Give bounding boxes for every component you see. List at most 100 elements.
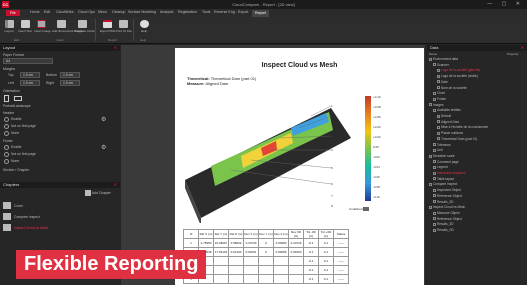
footer-not-first-radio[interactable] [4,152,9,157]
footer-none-radio[interactable] [4,159,9,164]
checkbox-icon[interactable] [437,120,440,124]
tree-item[interactable]: Results_3D [429,222,525,227]
header-not-first-radio[interactable] [4,124,9,129]
insert-text-button[interactable]: Insert Text [18,20,32,33]
menu-report[interactable]: Report [252,10,269,17]
checkbox-icon[interactable] [429,103,432,107]
tree-item[interactable]: Inspect Cloud vs Mesh [429,205,525,210]
checkbox-icon[interactable] [437,80,440,84]
checkbox-icon[interactable] [433,165,436,169]
checkbox-icon[interactable] [433,217,436,221]
tree-item[interactable]: Measure Object [429,211,525,216]
close-icon[interactable]: ✕ [114,45,117,51]
tree-item[interactable]: Tolerance [429,143,525,148]
tree-item[interactable]: Logo de la société (droite) [429,74,525,79]
checkbox-icon[interactable] [437,114,440,118]
tree-item[interactable]: Comment page [429,160,525,165]
checkbox-icon[interactable] [437,69,440,73]
menu-surface-modeling[interactable]: Surface Modeling [128,10,156,14]
portrait-icon[interactable] [4,95,9,102]
layout-button[interactable]: Layout [2,20,16,33]
tree-item[interactable]: Results_3D [429,200,525,205]
chapter-compare-inspect[interactable]: Compare Inspect [14,215,40,219]
menu-tools[interactable]: Tools [202,10,210,14]
tree-item[interactable]: Results_SD [429,228,525,233]
tree-item[interactable]: Table layout [429,177,525,182]
margin-right-field[interactable]: 1.5 cm [60,80,80,86]
tree-item[interactable]: Footer [429,97,525,102]
header-enable-radio[interactable] [4,117,9,122]
tree-item[interactable]: Theoretical Dam (part 01) [429,137,525,142]
template-library-button[interactable]: Template Library [74,20,96,33]
tree-item[interactable]: Unit [429,148,525,153]
chapter-inspect-cloud-mesh[interactable]: Inspect Cloud vs Mesh [14,226,48,230]
checkbox-icon[interactable] [433,171,436,175]
tree-item[interactable]: Inspected Object [429,188,525,193]
export-pdf-button[interactable]: Export PDF [100,20,116,33]
gear-icon[interactable]: ⚙ [101,144,106,151]
tree-item[interactable]: Environment data [429,57,525,62]
add-screenshot-button[interactable]: Add Screenshot Image [52,20,83,33]
tree-item[interactable]: Legend [429,165,525,170]
checkbox-icon[interactable] [433,143,436,147]
close-icon[interactable]: ✕ [521,45,524,51]
checkbox-icon[interactable] [433,97,436,101]
tree-item[interactable]: Scanner [429,63,525,68]
menu-analysis[interactable]: Analysis [160,10,173,14]
menu-export[interactable]: Export [238,10,248,14]
tree-item[interactable]: Reference Object [429,217,525,222]
margin-left-field[interactable]: 1.5 cm [20,80,40,86]
checkbox-icon[interactable] [433,148,436,152]
menu-cloudwrks[interactable]: CloudWrks [56,10,74,14]
checkbox-icon[interactable] [433,228,436,232]
checkbox-icon[interactable] [437,74,440,78]
checkbox-icon[interactable] [433,222,436,226]
menu-home[interactable]: Home [30,10,40,14]
close-icon[interactable]: ✕ [114,182,117,188]
landscape-icon[interactable] [14,96,22,101]
checkbox-icon[interactable] [433,108,436,112]
chapter-cover[interactable]: Cover [14,204,23,208]
checkbox-icon[interactable] [433,160,436,164]
checkbox-icon[interactable] [429,154,432,158]
window-controls[interactable]: — ▢ ✕ [487,1,524,7]
tree-item[interactable]: Aligned Dam [429,120,525,125]
tree-item[interactable]: Planar surfaces [429,131,525,136]
checkbox-icon[interactable] [433,63,436,67]
menu-mesh[interactable]: Mesh [98,10,107,14]
checkbox-icon[interactable] [437,131,440,135]
tree-item[interactable]: Mise à l'échelle de la coordonnée [429,125,525,130]
menu-file[interactable]: File [6,10,20,16]
tree-item[interactable]: Date [429,80,525,85]
paper-format-select[interactable]: A4 [3,58,53,64]
tree-item[interactable]: Nom de la société [429,86,525,91]
tree-item[interactable]: Interactive snapshot [429,171,525,176]
tree-item[interactable]: Chart [429,91,525,96]
checkbox-icon[interactable] [429,205,432,209]
add-chapter-button[interactable]: Add Chapter [85,190,115,198]
checkbox-icon[interactable] [429,183,432,187]
tree-item[interactable]: Available entities [429,108,525,113]
help-button[interactable]: Help [137,20,151,33]
checkbox-icon[interactable] [433,194,436,198]
menu-registration[interactable]: Registration [178,10,197,14]
checkbox-icon[interactable] [433,211,436,215]
checkbox-icon[interactable] [433,177,436,181]
tree-item[interactable]: Reference Object [429,194,525,199]
checkbox-icon[interactable] [433,188,436,192]
margin-bottom-field[interactable]: 1.5 cm [60,72,80,78]
tree-item[interactable]: Logo de la société (gauche) [429,68,525,73]
header-none-radio[interactable] [4,131,9,136]
footer-enable-radio[interactable] [4,145,9,150]
menu-cloud-ops[interactable]: Cloud Ops [78,10,95,14]
checkbox-icon[interactable] [437,137,440,141]
gear-icon[interactable]: ⚙ [101,116,106,123]
menu-reverse-eng[interactable]: Reverse Eng. [214,10,236,14]
checkbox-icon[interactable] [433,91,436,95]
insert-image-button[interactable]: Insert Image [34,20,51,33]
checkbox-icon[interactable] [437,86,440,90]
checkbox-icon[interactable] [429,57,432,61]
margin-top-field[interactable]: 1.5 cm [20,72,40,78]
print-to-file-button[interactable]: Print To File [116,20,132,33]
tree-item[interactable]: Images [429,103,525,108]
